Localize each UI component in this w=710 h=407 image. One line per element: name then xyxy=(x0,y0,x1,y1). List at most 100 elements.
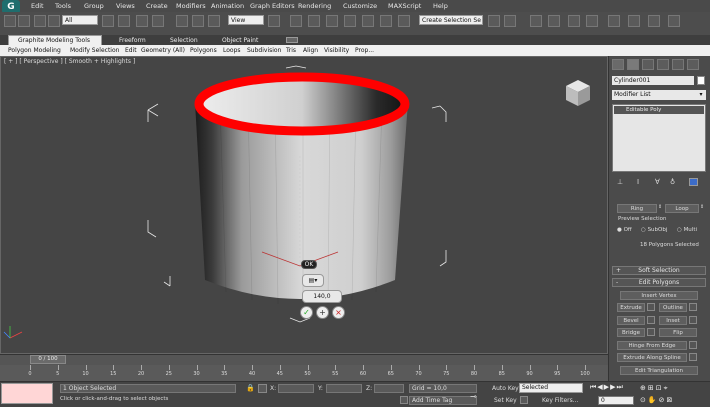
viewport-navigation-controls-row2[interactable]: ⊙✋⊘⊠ xyxy=(640,396,674,404)
snaps-toggle-icon[interactable] xyxy=(326,15,338,27)
mirror-icon[interactable] xyxy=(488,15,500,27)
undo-icon[interactable] xyxy=(4,15,16,27)
panel-edit[interactable]: Edit xyxy=(125,47,137,54)
menu-views[interactable]: Views xyxy=(116,2,135,10)
extrude-along-spline-settings-icon[interactable] xyxy=(689,353,697,361)
configure-sets-icon[interactable] xyxy=(689,178,698,186)
caddy-value-spinner[interactable]: 140,0 xyxy=(302,290,342,303)
preview-multi-radio[interactable]: ○ Multi xyxy=(677,227,697,233)
inset-button[interactable]: Inset xyxy=(659,316,687,325)
key-icon[interactable]: ⊸ xyxy=(470,392,477,401)
hierarchy-tab-icon[interactable] xyxy=(642,59,654,70)
material-editor-icon[interactable] xyxy=(608,15,620,27)
time-tag-icon[interactable] xyxy=(400,396,408,404)
select-object-icon[interactable] xyxy=(102,15,114,27)
panel-tris[interactable]: Tris xyxy=(286,47,296,54)
panel-geometry-all[interactable]: Geometry (All) xyxy=(141,47,185,54)
outline-settings-icon[interactable] xyxy=(689,303,697,311)
time-slider-thumb[interactable]: 0 / 100 xyxy=(30,355,66,364)
remove-modifier-icon[interactable]: ♁ xyxy=(670,178,675,186)
menu-tools[interactable]: Tools xyxy=(55,2,71,10)
percent-snap-icon[interactable] xyxy=(362,15,374,27)
schematic-view-icon[interactable] xyxy=(586,15,598,27)
key-filters-button[interactable]: Key Filters... xyxy=(542,397,579,404)
utilities-tab-icon[interactable] xyxy=(687,59,699,70)
menu-modifiers[interactable]: Modifiers xyxy=(176,2,206,10)
lock-selection-icon[interactable]: 🔒 xyxy=(246,384,255,392)
set-key-icon[interactable] xyxy=(520,396,528,404)
preview-subobj-radio[interactable]: ○ SubObj xyxy=(641,227,667,233)
panel-loops[interactable]: Loops xyxy=(223,47,241,54)
select-manipulate-icon[interactable] xyxy=(290,15,302,27)
scale-icon[interactable] xyxy=(208,15,220,27)
pivot-center-icon[interactable] xyxy=(268,15,280,27)
selection-filter-dropdown[interactable]: All xyxy=(62,15,98,25)
panel-visibility[interactable]: Visibility xyxy=(324,47,349,54)
panel-modify-selection[interactable]: Modify Selection xyxy=(70,47,119,54)
caddy-ok-check-icon[interactable]: ✓ xyxy=(300,306,313,319)
preview-off-radio[interactable]: ● Off xyxy=(617,227,632,233)
layer-manager-icon[interactable] xyxy=(530,15,542,27)
absolute-relative-toggle-icon[interactable] xyxy=(258,384,267,393)
x-coordinate-field[interactable] xyxy=(278,384,314,393)
menu-maxscript[interactable]: MAXScript xyxy=(388,2,421,10)
rotate-icon[interactable] xyxy=(192,15,204,27)
edit-triangulation-button[interactable]: Edit Triangulation xyxy=(620,366,698,375)
edit-named-selection-icon[interactable] xyxy=(398,15,410,27)
curve-editor-icon[interactable] xyxy=(568,15,580,27)
panel-subdivision[interactable]: Subdivision xyxy=(247,47,281,54)
stack-item-editable-poly[interactable]: Editable Poly xyxy=(614,106,704,114)
edit-polygons-rollout[interactable]: - Edit Polygons xyxy=(612,278,706,287)
viewport-navigation-controls[interactable]: ⊕⊞⊡⌖ xyxy=(640,384,670,393)
loop-spinner[interactable]: ⇕ xyxy=(700,204,706,213)
ribbon-options-icon[interactable] xyxy=(286,37,298,43)
menu-edit[interactable]: Edit xyxy=(31,2,44,10)
modifier-stack[interactable] xyxy=(612,104,706,172)
align-icon[interactable] xyxy=(504,15,516,27)
render-setup-icon[interactable] xyxy=(628,15,640,27)
y-coordinate-field[interactable] xyxy=(326,384,362,393)
extrude-button[interactable]: Extrude xyxy=(617,303,645,312)
auto-key-button[interactable]: Auto Key xyxy=(492,385,519,392)
bevel-settings-icon[interactable] xyxy=(647,316,655,324)
named-selection-sets-dropdown[interactable]: Create Selection Se xyxy=(419,15,483,25)
create-tab-icon[interactable] xyxy=(612,59,624,70)
reference-coordinate-dropdown[interactable]: View xyxy=(228,15,264,25)
bridge-settings-icon[interactable] xyxy=(647,328,655,336)
object-name-field[interactable]: Cylinder001 xyxy=(612,76,694,85)
tab-selection[interactable]: Selection xyxy=(170,37,198,44)
caddy-mode-dropdown[interactable]: ▤▾ xyxy=(302,274,324,287)
current-frame-field[interactable]: 0 xyxy=(598,396,634,405)
object-color-swatch[interactable] xyxy=(697,76,705,85)
flip-button[interactable]: Flip xyxy=(659,328,697,337)
modify-tab-icon[interactable] xyxy=(627,59,639,70)
pin-stack-icon[interactable]: ⊥ xyxy=(617,178,623,186)
z-coordinate-field[interactable] xyxy=(374,384,404,393)
soft-selection-rollout[interactable]: + Soft Selection xyxy=(612,266,706,275)
maxscript-listener-mini[interactable] xyxy=(1,383,53,404)
extrude-along-spline-button[interactable]: Extrude Along Spline xyxy=(617,353,687,362)
panel-properties[interactable]: Prop... xyxy=(355,47,374,54)
hinge-from-edge-button[interactable]: Hinge From Edge xyxy=(617,341,687,350)
panel-polygon-modeling[interactable]: Polygon Modeling xyxy=(8,47,61,54)
menu-customize[interactable]: Customize xyxy=(343,2,377,10)
extrude-settings-icon[interactable] xyxy=(647,303,655,311)
bridge-button[interactable]: Bridge xyxy=(617,328,645,337)
menu-help[interactable]: Help xyxy=(433,2,448,10)
menu-rendering[interactable]: Rendering xyxy=(298,2,331,10)
inset-settings-icon[interactable] xyxy=(689,316,697,324)
ring-button[interactable]: Ring xyxy=(617,204,657,213)
window-crossing-icon[interactable] xyxy=(152,15,164,27)
menu-graph-editors[interactable]: Graph Editors xyxy=(250,2,295,10)
rect-selection-icon[interactable] xyxy=(136,15,148,27)
tab-graphite-modeling-tools[interactable]: Graphite Modeling Tools xyxy=(18,37,90,44)
tab-freeform[interactable]: Freeform xyxy=(119,37,146,44)
motion-tab-icon[interactable] xyxy=(657,59,669,70)
link-icon[interactable] xyxy=(34,15,46,27)
make-unique-icon[interactable]: ∀ xyxy=(655,178,660,186)
panel-polygons[interactable]: Polygons xyxy=(190,47,217,54)
insert-vertex-button[interactable]: Insert Vertex xyxy=(620,291,698,300)
outline-button[interactable]: Outline xyxy=(659,303,687,312)
graphite-toggle-icon[interactable] xyxy=(548,15,560,27)
move-icon[interactable] xyxy=(176,15,188,27)
